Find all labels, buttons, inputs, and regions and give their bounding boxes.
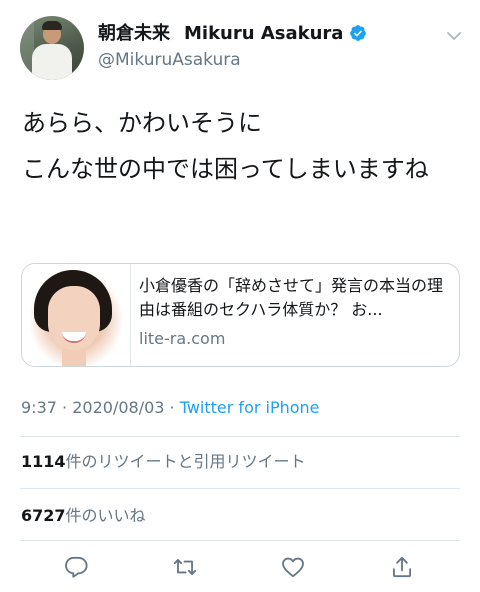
avatar[interactable] bbox=[20, 16, 84, 80]
tweet-date: 2020/08/03 bbox=[72, 398, 165, 417]
tweet-text-line: こんな世の中では困ってしまいますね bbox=[22, 155, 429, 183]
reply-icon bbox=[65, 556, 88, 578]
retweets-label: 件のリツイートと引用リツイート bbox=[65, 452, 306, 471]
action-bar bbox=[0, 552, 480, 586]
tweet-header: 朝倉未来 Mikuru Asakura @MikuruAsakura bbox=[20, 16, 464, 82]
likes-count: 6727 bbox=[21, 506, 66, 525]
display-name-jp: 朝倉未来 bbox=[98, 23, 170, 44]
author-handle[interactable]: @MikuruAsakura bbox=[98, 48, 367, 72]
likes-stat[interactable]: 6727件のいいね bbox=[21, 504, 146, 528]
share-icon bbox=[392, 556, 412, 578]
verified-badge-icon bbox=[350, 25, 367, 41]
retweet-icon bbox=[173, 559, 197, 575]
tweet-time: 9:37 bbox=[21, 398, 57, 417]
display-name-en: Mikuru Asakura bbox=[184, 23, 344, 44]
link-card-domain: lite-ra.com bbox=[139, 329, 226, 348]
avatar-body bbox=[32, 44, 72, 80]
tweet-text: あらら、かわいそうに こんな世の中では困ってしまいますね bbox=[22, 108, 462, 200]
link-card-thumbnail bbox=[22, 264, 131, 366]
like-icon bbox=[282, 557, 304, 578]
display-name[interactable]: 朝倉未来 Mikuru Asakura bbox=[98, 22, 367, 46]
meta-separator: · bbox=[62, 398, 68, 417]
divider bbox=[20, 488, 460, 489]
thumbnail-neck bbox=[62, 348, 86, 366]
retweets-count: 1114 bbox=[21, 452, 66, 471]
author-names[interactable]: 朝倉未来 Mikuru Asakura @MikuruAsakura bbox=[98, 22, 367, 72]
like-button[interactable] bbox=[278, 552, 308, 582]
chevron-down-icon[interactable] bbox=[446, 28, 462, 44]
tweet-text-line: あらら、かわいそうに bbox=[22, 109, 262, 137]
retweets-stat[interactable]: 1114件のリツイートと引用リツイート bbox=[21, 450, 306, 474]
likes-label: 件のいいね bbox=[65, 506, 146, 525]
link-card-title: 小倉優香の「辞めさせて」発言の本当の理由は番組のセクハラ体質か？ お... bbox=[139, 276, 444, 319]
tweet-meta: 9:37 · 2020/08/03 · Twitter for iPhone bbox=[21, 396, 320, 420]
meta-separator: · bbox=[169, 398, 175, 417]
link-card[interactable]: 小倉優香の「辞めさせて」発言の本当の理由は番組のセクハラ体質か？ お... li… bbox=[21, 263, 460, 367]
reply-button[interactable] bbox=[61, 552, 91, 582]
divider bbox=[20, 436, 460, 437]
retweet-button[interactable] bbox=[170, 552, 200, 582]
divider bbox=[20, 540, 460, 541]
tweet-source-link[interactable]: Twitter for iPhone bbox=[180, 398, 320, 417]
share-button[interactable] bbox=[387, 552, 417, 582]
avatar-hair bbox=[42, 21, 62, 30]
